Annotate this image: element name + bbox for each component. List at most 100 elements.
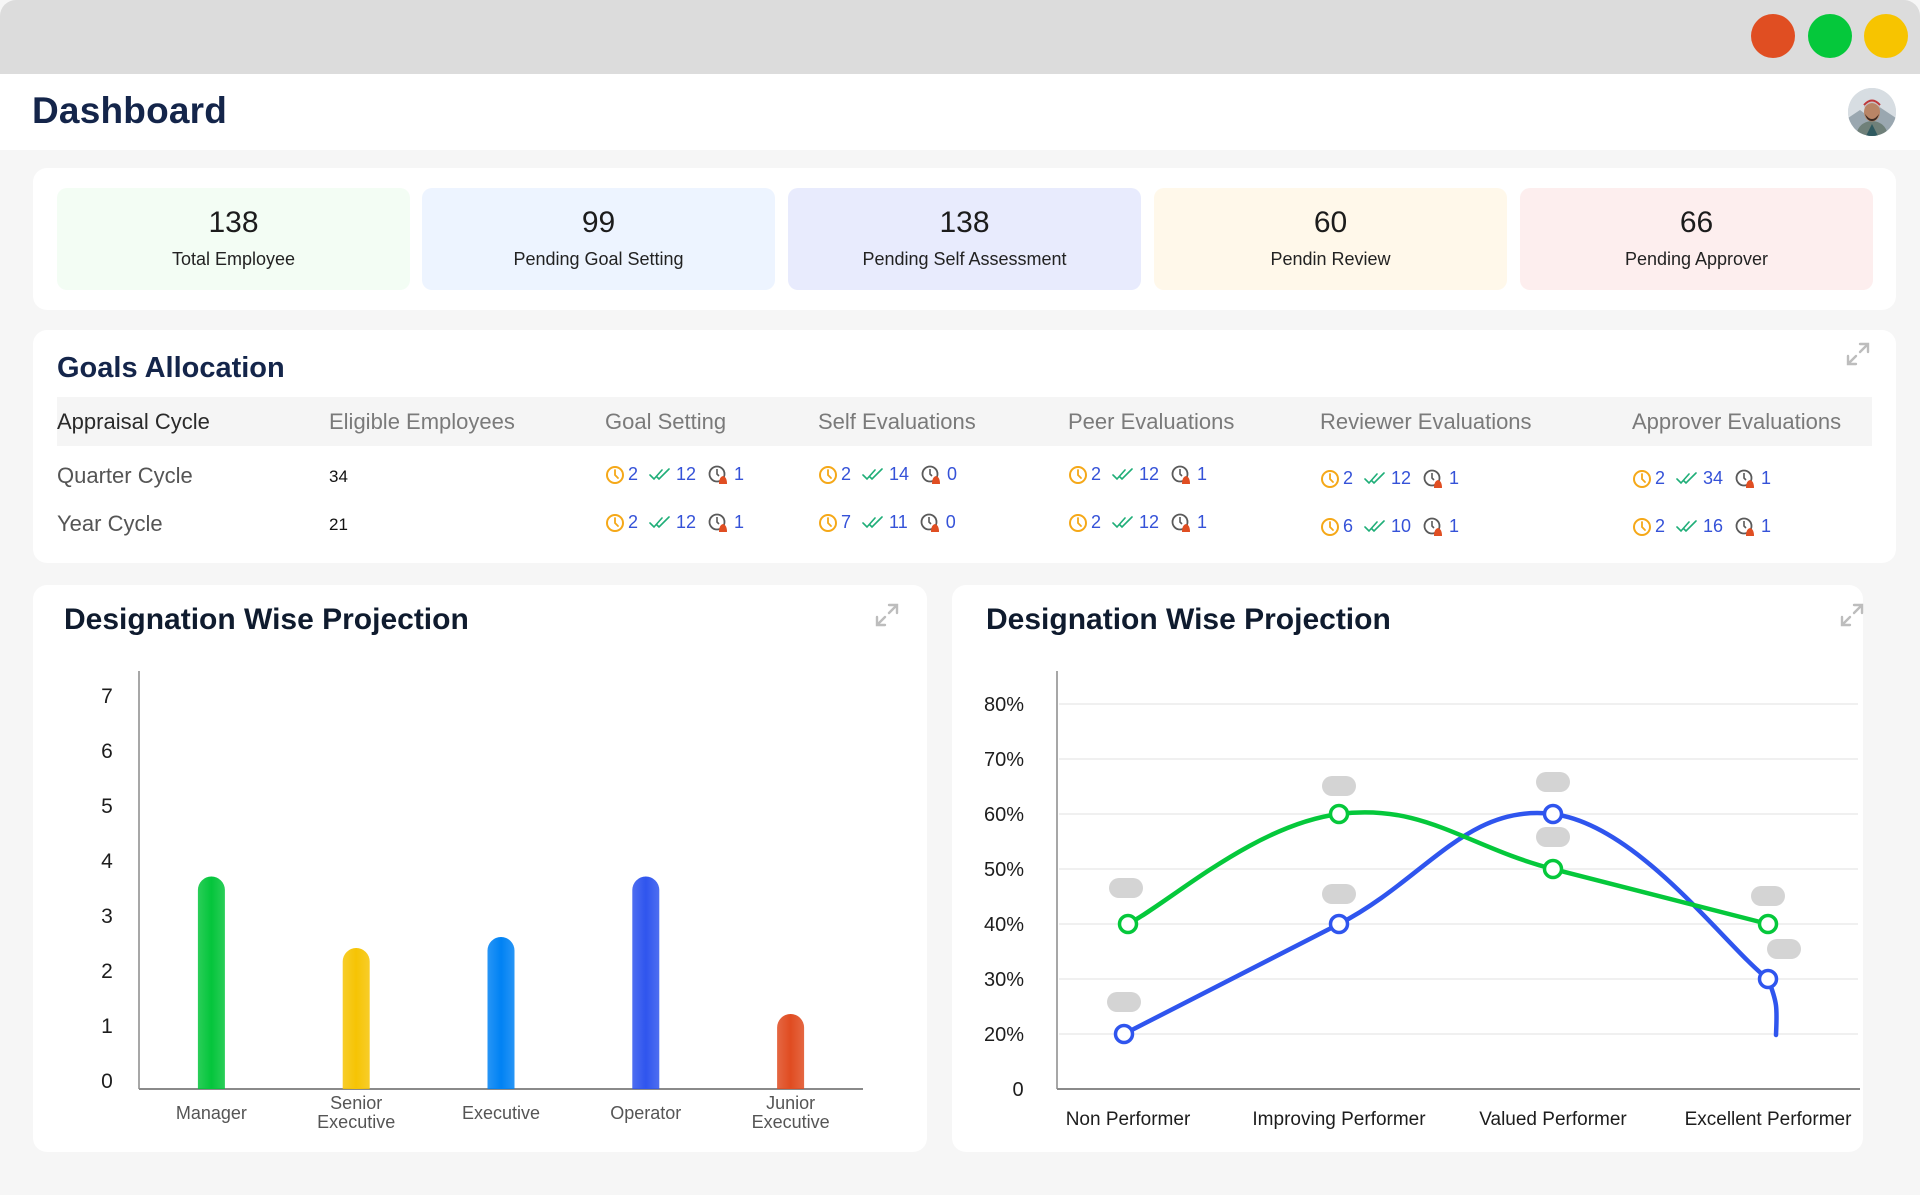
bar-executive[interactable] (487, 937, 515, 1089)
pending-stat: 2 (1068, 464, 1101, 485)
overdue-stat: 0 (919, 512, 956, 533)
y-tick-label: 3 (101, 905, 113, 928)
stat-card-pending-goal-setting[interactable]: 99 Pending Goal Setting (422, 188, 775, 290)
clock-icon (605, 513, 625, 533)
pending-stat: 2 (818, 464, 851, 485)
stat-card-pending-self-assessment[interactable]: 138 Pending Self Assessment (788, 188, 1141, 290)
user-avatar[interactable] (1848, 88, 1896, 136)
completed-count: 34 (1703, 468, 1724, 488)
window-maximize-button[interactable] (1808, 14, 1852, 58)
double-check-icon (1676, 471, 1700, 487)
data-point[interactable] (1757, 968, 1779, 990)
y-tick-label: 40% (984, 914, 1024, 936)
bar-chart: 01234567Manager SeniorExecutive Executive O… (101, 671, 863, 1132)
column-header-goal-setting: Goal Setting (605, 409, 727, 434)
overdue-count: 1 (1449, 468, 1460, 488)
pending-stat: 7 (818, 512, 851, 533)
bar-operator[interactable] (632, 876, 660, 1090)
overdue-stat: 1 (707, 512, 744, 533)
page-header: Dashboard (0, 74, 1920, 150)
pending-stat: 2 (605, 512, 638, 533)
clock-alert-icon (707, 465, 731, 485)
x-tick-label: Excellent Performer (1685, 1109, 1853, 1130)
completed-stat: 10 (1364, 516, 1411, 537)
overdue-stat: 1 (1170, 512, 1207, 533)
data-point[interactable] (1542, 803, 1564, 825)
x-tick-label: Operator (610, 1103, 681, 1123)
y-tick-label: 20% (984, 1024, 1024, 1046)
x-tick-label: Senior (330, 1093, 382, 1113)
pending-stat: 2 (1632, 468, 1665, 489)
data-point[interactable] (1542, 858, 1564, 880)
pending-stat: 2 (1632, 516, 1665, 537)
clock-icon (1320, 469, 1340, 489)
stat-card-pending-approver[interactable]: 66 Pending Approver (1520, 188, 1873, 290)
data-label-placeholder (1322, 776, 1356, 796)
y-tick-label: 60% (984, 804, 1024, 826)
clock-alert-icon (1422, 469, 1446, 489)
clock-icon (1320, 517, 1340, 537)
completed-stat: 12 (649, 464, 696, 485)
series-line-1 (1125, 810, 1771, 927)
completed-stat: 12 (1364, 468, 1411, 489)
goals-allocation-panel: Goals Allocation Appraisal Cycle Eligibl… (33, 330, 1896, 563)
x-tick-label: Executive (462, 1103, 540, 1123)
window-minimize-button[interactable] (1864, 14, 1908, 58)
overdue-count: 1 (734, 464, 745, 484)
stat-card-total-employee[interactable]: 138 Total Employee (57, 188, 410, 290)
overdue-count: 1 (1761, 516, 1772, 536)
y-tick-label: 80% (984, 694, 1024, 716)
completed-count: 14 (889, 464, 910, 484)
double-check-icon (649, 515, 673, 531)
pending-count: 6 (1343, 516, 1354, 536)
data-point[interactable] (1328, 803, 1350, 825)
data-label-placeholder (1107, 992, 1141, 1012)
window-titlebar (0, 0, 1920, 74)
pending-count: 2 (1655, 516, 1666, 536)
stat-card-pending-review[interactable]: 60 Pendin Review (1154, 188, 1507, 290)
overdue-count: 1 (734, 512, 745, 532)
pending-count: 2 (628, 464, 639, 484)
completed-stat: 12 (1112, 512, 1159, 533)
overdue-stat: 1 (1422, 516, 1459, 537)
clock-alert-icon (1170, 465, 1194, 485)
overdue-stat: 1 (707, 464, 744, 485)
column-header-approver-evaluations: Approver Evaluations (1632, 409, 1842, 434)
clock-alert-icon (707, 513, 731, 533)
y-tick-label: 30% (984, 969, 1024, 991)
stat-label: Pending Approver (1624, 249, 1769, 269)
column-header-appraisal-cycle: Appraisal Cycle (57, 409, 210, 434)
pending-count: 2 (1091, 464, 1102, 484)
x-tick-label: Junior (766, 1093, 815, 1113)
overdue-stat: 1 (1734, 516, 1771, 537)
stat-value: 66 (1679, 206, 1714, 239)
goals-allocation-title: Goals Allocation (57, 352, 285, 384)
window-close-button[interactable] (1751, 14, 1795, 58)
data-point[interactable] (1113, 1023, 1135, 1045)
cell-evaluation-stats: 6 10 1 (1320, 516, 1466, 537)
double-check-icon (1364, 519, 1388, 535)
pending-count: 7 (841, 512, 852, 532)
y-tick-label: 50% (984, 859, 1024, 881)
x-tick-label: Valued Performer (1479, 1109, 1627, 1130)
data-point[interactable] (1117, 913, 1139, 935)
pending-count: 2 (841, 464, 852, 484)
bar-manager[interactable] (197, 876, 225, 1090)
overdue-stat: 1 (1422, 468, 1459, 489)
bar-senior-executive[interactable] (342, 948, 370, 1089)
double-check-icon (1364, 471, 1388, 487)
cell-evaluation-stats: 2 34 1 (1632, 468, 1778, 489)
completed-count: 12 (1391, 468, 1412, 488)
double-check-icon (862, 467, 886, 483)
clock-icon (605, 465, 625, 485)
x-tick-label: Executive (752, 1112, 830, 1132)
cell-evaluation-stats: 2 12 1 (1320, 468, 1466, 489)
bar-junior-executive[interactable] (777, 1014, 805, 1089)
expand-icon[interactable] (1844, 340, 1872, 368)
completed-count: 12 (1139, 512, 1160, 532)
y-tick-label: 1 (101, 1015, 113, 1038)
data-point[interactable] (1757, 913, 1779, 935)
data-point[interactable] (1328, 913, 1350, 935)
column-header-self-evaluations: Self Evaluations (818, 409, 976, 434)
overdue-count: 0 (945, 512, 956, 532)
